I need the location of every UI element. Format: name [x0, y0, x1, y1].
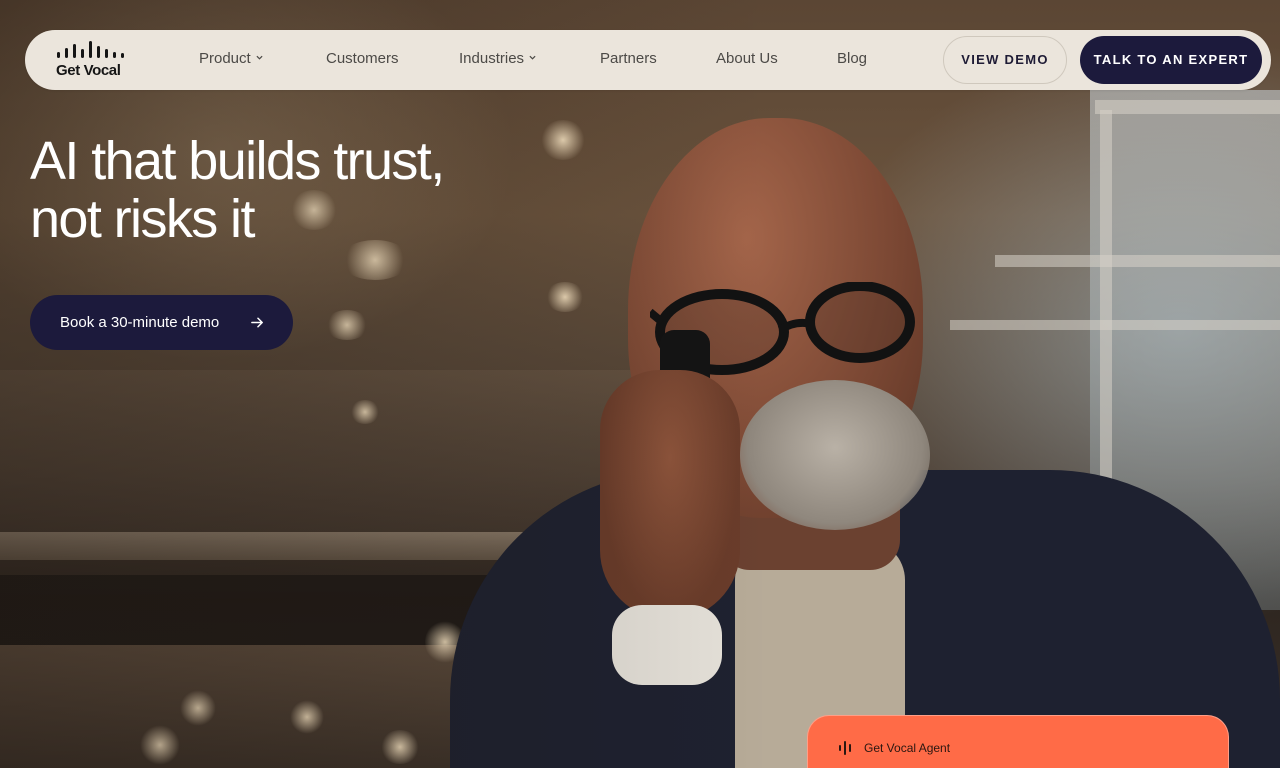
nav-item-label: Blog [837, 50, 868, 67]
agent-card[interactable]: Get Vocal Agent [807, 715, 1229, 768]
nav-item-customers[interactable]: Customers [326, 50, 399, 67]
talk-to-expert-button[interactable]: TALK TO AN EXPERT [1080, 36, 1262, 84]
background-shade [0, 0, 1280, 768]
top-nav: Get Vocal Product Customers Industries P… [25, 30, 1271, 90]
nav-item-label: Product [199, 50, 251, 67]
nav-item-about-us[interactable]: About Us [716, 50, 778, 67]
logo[interactable]: Get Vocal [55, 40, 129, 80]
nav-item-partners[interactable]: Partners [600, 50, 657, 67]
sound-wave-icon [839, 741, 851, 755]
logo-text: Get Vocal [56, 62, 121, 79]
agent-card-label: Get Vocal Agent [864, 741, 951, 755]
arrow-right-icon [251, 317, 263, 328]
hero-headline: AI that builds trust, not risks it [30, 131, 445, 249]
nav-item-label: Industries [459, 50, 525, 67]
nav-item-label: About Us [716, 50, 778, 67]
view-demo-button[interactable]: VIEW DEMO [943, 36, 1067, 84]
chevron-down-icon [256, 55, 263, 60]
chevron-down-icon [529, 55, 536, 60]
hero-headline-line: not risks it [30, 189, 255, 249]
hero-section: Get Vocal Product Customers Industries P… [0, 0, 1280, 768]
nav-item-blog[interactable]: Blog [837, 50, 867, 67]
book-demo-label: Book a 30-minute demo [60, 314, 220, 331]
nav-item-product[interactable]: Product [199, 50, 263, 67]
sound-wave-logo-icon [57, 41, 124, 58]
nav-item-label: Customers [326, 50, 399, 67]
book-demo-button[interactable]: Book a 30-minute demo [30, 295, 293, 350]
nav-item-label: Partners [600, 50, 657, 67]
hero-headline-line: AI that builds trust, [30, 131, 445, 191]
nav-item-industries[interactable]: Industries [459, 50, 536, 67]
